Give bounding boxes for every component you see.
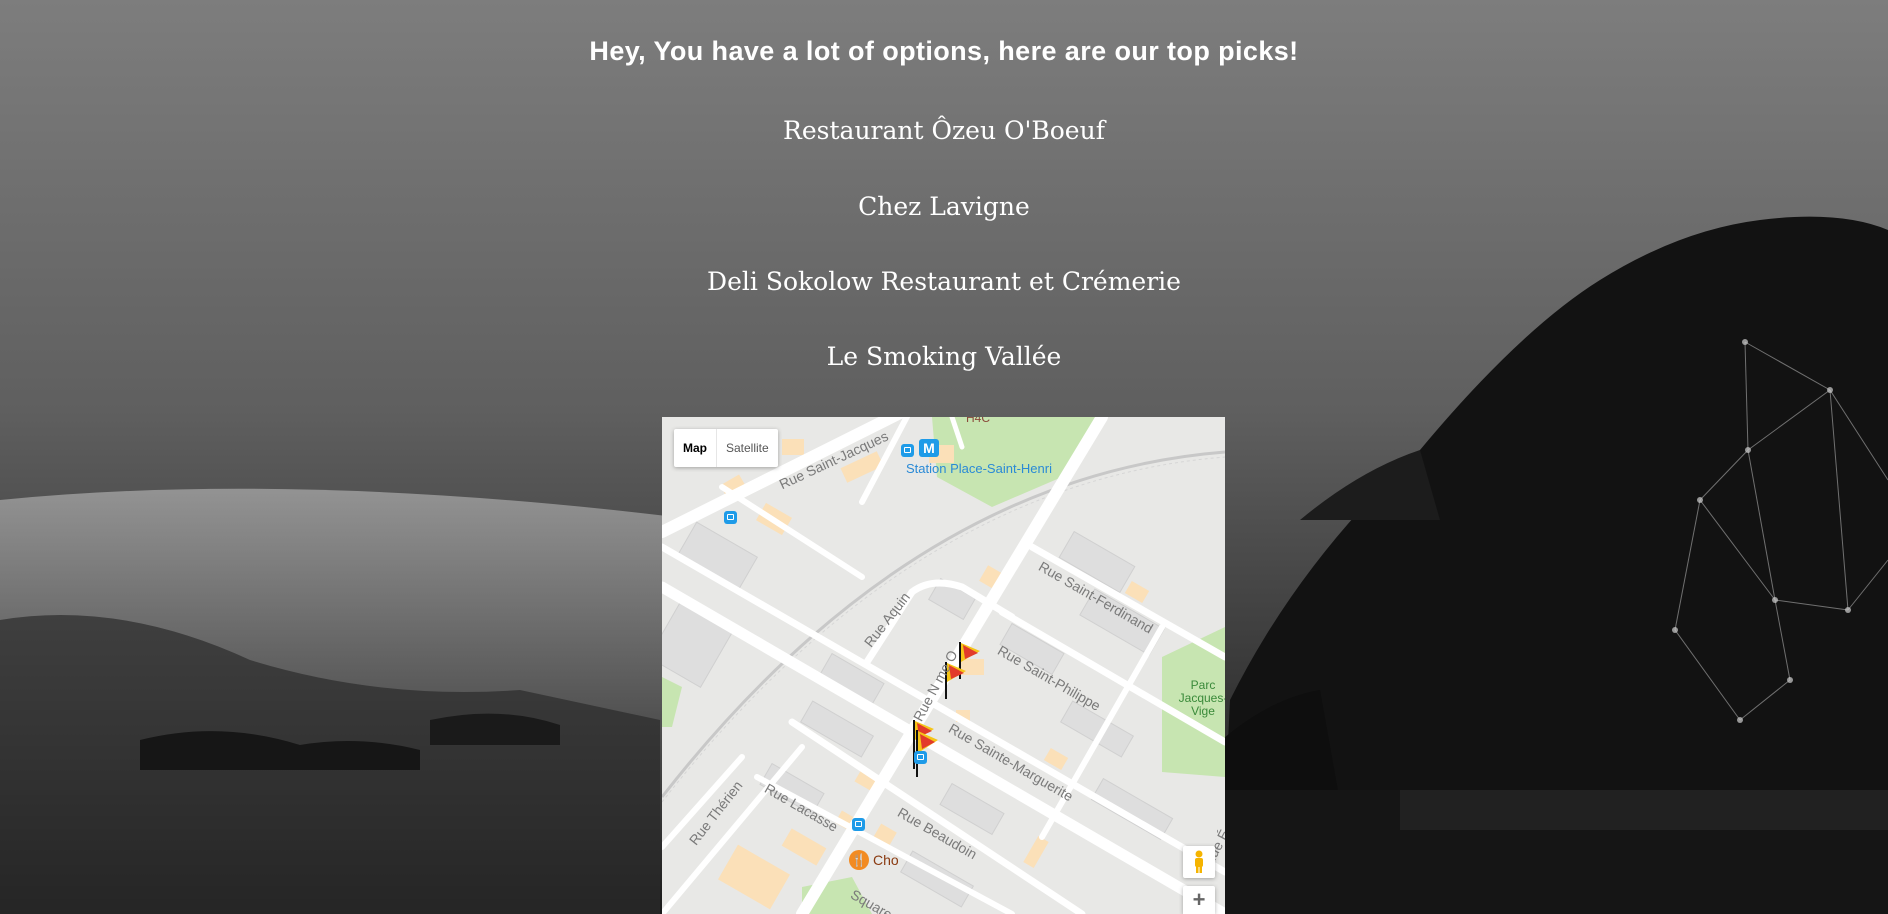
map-type-satellite-button[interactable]: Satellite <box>717 429 778 467</box>
metro-icon: M <box>919 439 939 457</box>
restaurant-poi-icon: 🍴 <box>849 850 869 870</box>
station-label: Station Place-Saint-Henri <box>906 461 1052 476</box>
pegman-icon <box>1195 850 1203 873</box>
park-label-text: Parc Jacques-Vige <box>1178 678 1225 718</box>
pick-restaurant-3: Deli Sokolow Restaurant et Crémerie <box>707 267 1181 296</box>
street-view-pegman-button[interactable] <box>1183 846 1215 878</box>
postal-code-label: H4C <box>966 417 991 425</box>
pick-restaurant-4: Le Smoking Vallée <box>826 342 1062 371</box>
pick-restaurant-2: Chez Lavigne <box>858 192 1030 221</box>
park-label: Parc Jacques-Vige <box>1168 679 1225 718</box>
zoom-in-button[interactable]: + <box>1183 886 1215 914</box>
map-type-control: Map Satellite <box>674 429 778 467</box>
bus-stop-icon <box>914 751 927 764</box>
map-type-map-button[interactable]: Map <box>674 429 717 467</box>
bus-stop-icon <box>852 818 865 831</box>
bus-stop-icon <box>724 511 737 524</box>
pick-restaurant-1: Restaurant Ôzeu O'Boeuf <box>783 116 1105 145</box>
map-widget[interactable]: M H4C Station Place-Saint-Henri Parc Jac… <box>662 417 1225 914</box>
poi-label: Cho <box>873 852 899 868</box>
bus-stop-icon <box>901 444 914 457</box>
page-title: Hey, You have a lot of options, here are… <box>589 36 1299 66</box>
